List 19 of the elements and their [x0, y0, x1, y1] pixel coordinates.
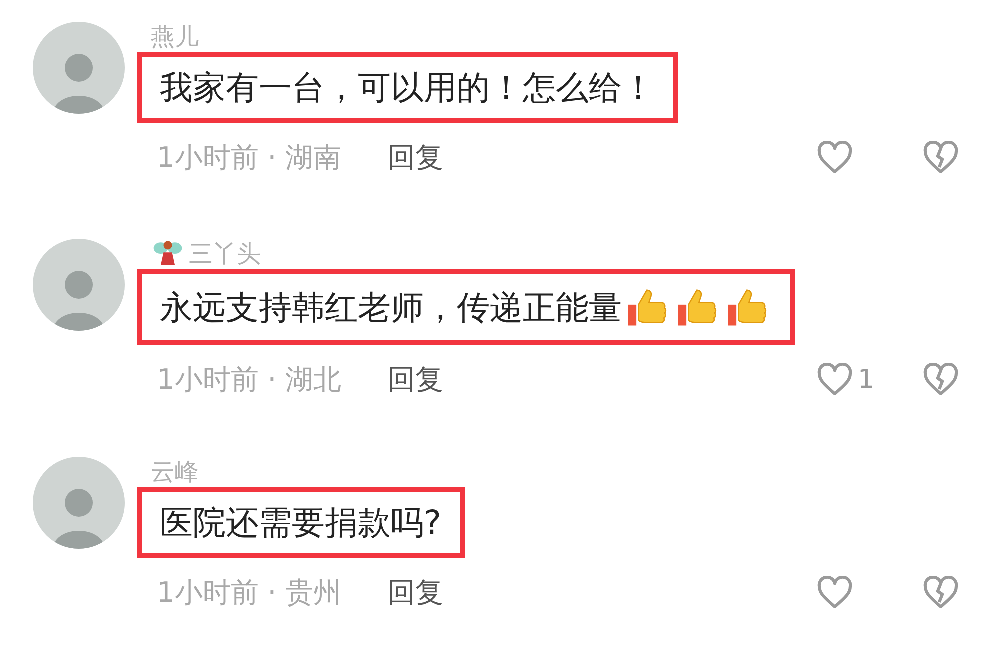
reply-button[interactable]: 回复	[388, 359, 444, 402]
comment-meta: 1小时前 · 贵州	[157, 574, 342, 611]
broken-heart-icon[interactable]	[922, 141, 960, 176]
reply-button[interactable]: 回复	[388, 572, 444, 614]
heart-icon[interactable]	[816, 363, 854, 398]
comment-meta: 1小时前 · 湖南	[157, 140, 342, 176]
comment-text: 医院还需要捐款吗?	[160, 502, 442, 543]
comment-text: 我家有一台，可以用的！怎么给！	[160, 67, 655, 108]
broken-heart-icon[interactable]	[922, 363, 960, 398]
heart-icon[interactable]	[816, 576, 854, 610]
comment-text: 永远支持韩红老师，传递正能量	[160, 286, 622, 328]
username: 燕儿	[151, 25, 199, 49]
heart-icon[interactable]	[816, 141, 854, 176]
broken-heart-icon[interactable]	[922, 576, 960, 610]
like-count: 1	[858, 364, 875, 397]
username: 云峰	[151, 460, 199, 484]
username: 三丫头	[189, 242, 261, 266]
comment-meta: 1小时前 · 湖北	[157, 362, 342, 398]
reply-button[interactable]: 回复	[388, 137, 444, 180]
